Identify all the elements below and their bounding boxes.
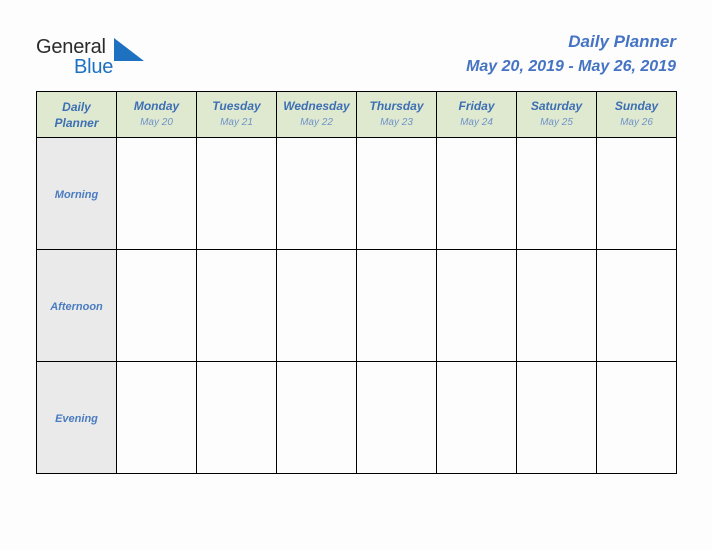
planner-cell-evening-tuesday[interactable] — [196, 361, 277, 474]
planner-cell-evening-sunday[interactable] — [596, 361, 677, 474]
day-date-label: May 20 — [140, 117, 173, 128]
table-row: Afternoon — [36, 249, 677, 362]
planner-table: Daily Planner Monday May 20 Tuesday May … — [36, 91, 677, 474]
triangle-flag-icon — [112, 37, 146, 63]
row-label-text: Evening — [55, 412, 98, 425]
column-header-monday: Monday May 20 — [116, 91, 197, 138]
day-name-label: Wednesday — [283, 99, 350, 113]
planner-cell-evening-monday[interactable] — [116, 361, 197, 474]
corner-title-line2: Planner — [54, 115, 99, 130]
planner-cell-morning-monday[interactable] — [116, 137, 197, 250]
planner-cell-morning-sunday[interactable] — [596, 137, 677, 250]
day-date-label: May 21 — [220, 117, 253, 128]
planner-cell-morning-thursday[interactable] — [356, 137, 437, 250]
row-label-morning: Morning — [36, 137, 117, 250]
table-row: Evening — [36, 361, 677, 474]
row-label-text: Morning — [54, 188, 99, 201]
planner-cell-afternoon-sunday[interactable] — [596, 249, 677, 362]
planner-cell-afternoon-tuesday[interactable] — [196, 249, 277, 362]
brand-name-general: General — [36, 36, 106, 58]
day-name-label: Sunday — [614, 99, 659, 113]
table-row: Morning — [36, 137, 677, 250]
planner-cell-morning-saturday[interactable] — [516, 137, 597, 250]
planner-cell-evening-thursday[interactable] — [356, 361, 437, 474]
day-name-label: Thursday — [369, 99, 424, 113]
planner-cell-afternoon-saturday[interactable] — [516, 249, 597, 362]
planner-cell-morning-friday[interactable] — [436, 137, 517, 250]
day-date-label: May 23 — [380, 117, 413, 128]
column-header-sunday: Sunday May 26 — [596, 91, 677, 138]
day-name-label: Tuesday — [212, 99, 261, 113]
table-corner-cell: Daily Planner — [36, 91, 117, 138]
day-name-label: Saturday — [530, 99, 583, 113]
planner-cell-morning-wednesday[interactable] — [276, 137, 357, 250]
planner-cell-morning-tuesday[interactable] — [196, 137, 277, 250]
page-header: General Blue Daily Planner May 20, 2019 … — [0, 0, 712, 91]
column-header-saturday: Saturday May 25 — [516, 91, 597, 138]
brand-name-blue: Blue — [74, 56, 114, 78]
row-label-text: Afternoon — [50, 300, 103, 313]
column-header-tuesday: Tuesday May 21 — [196, 91, 277, 138]
date-range: May 20, 2019 - May 26, 2019 — [466, 58, 676, 75]
title-block: Daily Planner May 20, 2019 - May 26, 201… — [466, 31, 676, 78]
planner-cell-evening-wednesday[interactable] — [276, 361, 357, 474]
planner-cell-afternoon-thursday[interactable] — [356, 249, 437, 362]
table-header-row: Daily Planner Monday May 20 Tuesday May … — [36, 91, 677, 138]
planner-cell-evening-saturday[interactable] — [516, 361, 597, 474]
day-date-label: May 26 — [620, 117, 653, 128]
corner-title-line1: Daily — [62, 99, 91, 114]
brand-logo: General Blue — [36, 36, 166, 80]
planner-cell-afternoon-monday[interactable] — [116, 249, 197, 362]
column-header-thursday: Thursday May 23 — [356, 91, 437, 138]
row-label-afternoon: Afternoon — [36, 249, 117, 362]
day-name-label: Monday — [133, 99, 180, 113]
planner-cell-afternoon-friday[interactable] — [436, 249, 517, 362]
day-date-label: May 24 — [460, 117, 493, 128]
column-header-friday: Friday May 24 — [436, 91, 517, 138]
column-header-wednesday: Wednesday May 22 — [276, 91, 357, 138]
day-date-label: May 25 — [540, 117, 573, 128]
planner-cell-afternoon-wednesday[interactable] — [276, 249, 357, 362]
day-name-label: Friday — [458, 99, 495, 113]
planner-cell-evening-friday[interactable] — [436, 361, 517, 474]
row-label-evening: Evening — [36, 361, 117, 474]
page-title: Daily Planner — [568, 32, 676, 51]
day-date-label: May 22 — [300, 117, 333, 128]
